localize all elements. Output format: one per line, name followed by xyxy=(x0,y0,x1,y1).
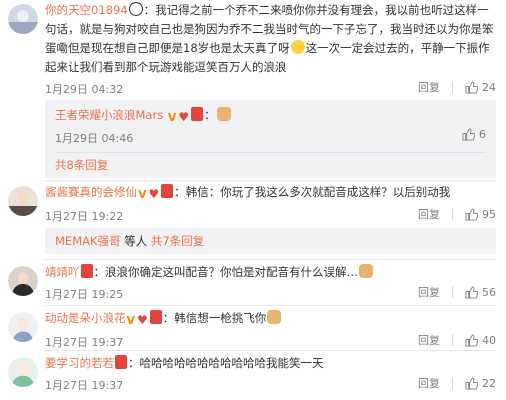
like-count: 22 xyxy=(482,376,496,390)
avatar[interactable] xyxy=(8,186,38,216)
reply-button[interactable]: 回复 xyxy=(418,332,440,348)
comment-time: 1月27日 19:25 xyxy=(45,288,124,301)
comment-text: 酱酱賽真的会修仙V ♥ ：韩信：你玩了我这么多次就配音成这样？以后别动我 xyxy=(45,183,496,204)
reply-button[interactable]: 回复 xyxy=(418,375,440,391)
divider xyxy=(45,180,496,181)
heart-icon: ♥ xyxy=(148,187,160,201)
divider xyxy=(45,305,496,306)
like-button[interactable]: 56 xyxy=(465,286,496,299)
thumbs-up-icon xyxy=(465,207,478,221)
divider xyxy=(45,259,496,260)
comment-meta: 1月29日 04:32 回复 24 xyxy=(45,79,496,97)
blush-emoji-icon xyxy=(290,40,305,54)
comment-username[interactable]: 要学习的若若 xyxy=(45,356,114,370)
thumbs-up-icon xyxy=(465,333,478,347)
reply-button[interactable]: 回复 xyxy=(418,79,440,95)
dog-emoji-icon xyxy=(216,107,231,121)
like-count: 6 xyxy=(479,128,486,141)
like-button[interactable]: 95 xyxy=(465,208,496,221)
comment-meta: 1月27日 19:25 回复 56 xyxy=(45,284,496,302)
comment-text: 动动是朵小浪花V ♥ ：韩信想一枪挑飞你 xyxy=(45,309,496,330)
like-count: 95 xyxy=(482,207,496,221)
reply-username[interactable]: 王者荣耀小浪浪Mars xyxy=(55,108,163,122)
like-count: 24 xyxy=(482,80,496,94)
verified-icon: V xyxy=(138,188,147,201)
heart-icon: ♥ xyxy=(178,110,190,124)
comment-text: 要学习的若若 ：哈哈哈哈哈哈哈哈哈哈哈我能笑一天 xyxy=(45,354,496,373)
others-label: 等人 xyxy=(124,234,148,248)
comment-text: 靖靖吖 ：浪浪你确定这叫配音？你怕是对配音有什么误解… xyxy=(45,263,496,282)
divider xyxy=(55,152,486,153)
comment-content: ：浪浪你确定这叫配音？你怕是对配音有什么误解… xyxy=(93,265,359,279)
comment-time: 1月27日 19:37 xyxy=(45,379,124,392)
comment-username[interactable]: 动动是朵小浪花 xyxy=(45,311,126,325)
comment-meta: 1月27日 19:37 回复 40 xyxy=(45,332,496,350)
comment-username[interactable]: 靖靖吖 xyxy=(45,265,80,279)
reply-button[interactable]: 回复 xyxy=(418,206,440,222)
divider xyxy=(452,286,453,298)
heart-icon: ♥ xyxy=(137,313,148,327)
like-button[interactable]: 40 xyxy=(465,334,496,347)
reply-box: 王者荣耀小浪浪Mars V ♥： 1月29日 04:46 6 共8条回复 xyxy=(45,100,496,178)
divider xyxy=(452,377,453,389)
panda-icon xyxy=(128,2,143,16)
thumbs-up-icon xyxy=(465,376,478,390)
dog-emoji-icon xyxy=(267,310,282,324)
dog-emoji-icon xyxy=(359,264,373,278)
divider xyxy=(452,81,453,93)
divider xyxy=(452,334,453,346)
reply-box: MEMAK强哥 等人 共7条回复 xyxy=(45,228,496,254)
more-replies-link[interactable]: 共8条回复 xyxy=(55,157,486,173)
like-button[interactable]: 24 xyxy=(465,81,496,94)
comment-meta: 1月27日 19:22 回复 95 xyxy=(45,206,496,224)
like-button[interactable]: 6 xyxy=(462,128,486,141)
verified-icon: V xyxy=(126,314,136,327)
avatar[interactable] xyxy=(8,266,38,296)
comment-content: ：哈哈哈哈哈哈哈哈哈哈哈我能笑一天 xyxy=(128,356,324,370)
thumbs-up-icon xyxy=(462,128,475,141)
divider xyxy=(452,208,453,220)
divider xyxy=(45,350,496,351)
comment-time: 1月29日 04:32 xyxy=(45,83,124,96)
reply-button[interactable]: 回复 xyxy=(418,284,440,300)
like-count: 56 xyxy=(482,285,496,299)
like-count: 40 xyxy=(482,333,496,347)
red-packet-icon xyxy=(191,107,204,121)
thumbs-up-icon xyxy=(465,285,478,299)
comment-text: 你的天空01894 ：我记得之前一个乔不二来喷你你并没有理会，我以前也听过这样一句… xyxy=(45,1,496,77)
reply-time: 1月29日 04:46 xyxy=(55,132,134,145)
avatar[interactable] xyxy=(8,312,38,342)
comment-meta: 1月27日 19:37 回复 22 xyxy=(45,375,496,393)
like-button[interactable]: 22 xyxy=(465,377,496,390)
red-packet-icon xyxy=(149,310,162,324)
comment-content: ：韩信：你玩了我这么多次就配音成这样？以后别动我 xyxy=(174,185,451,199)
reply-username[interactable]: MEMAK强哥 xyxy=(55,234,121,248)
comment-time: 1月27日 19:37 xyxy=(45,336,124,349)
comment-content: ：韩信想一枪挑飞你 xyxy=(162,311,267,325)
avatar[interactable] xyxy=(8,357,38,387)
more-replies-link[interactable]: 共7条回复 xyxy=(151,234,204,248)
avatar[interactable] xyxy=(8,4,38,34)
comment-time: 1月27日 19:22 xyxy=(45,210,124,223)
thumbs-up-icon xyxy=(465,80,478,94)
comment-username[interactable]: 你的天空01894 xyxy=(45,3,128,17)
verified-icon: V xyxy=(167,111,177,124)
red-packet-icon xyxy=(161,184,174,198)
red-packet-icon xyxy=(80,264,93,278)
red-packet-icon xyxy=(115,355,127,369)
comment-username[interactable]: 酱酱賽真的会修仙 xyxy=(45,185,137,199)
